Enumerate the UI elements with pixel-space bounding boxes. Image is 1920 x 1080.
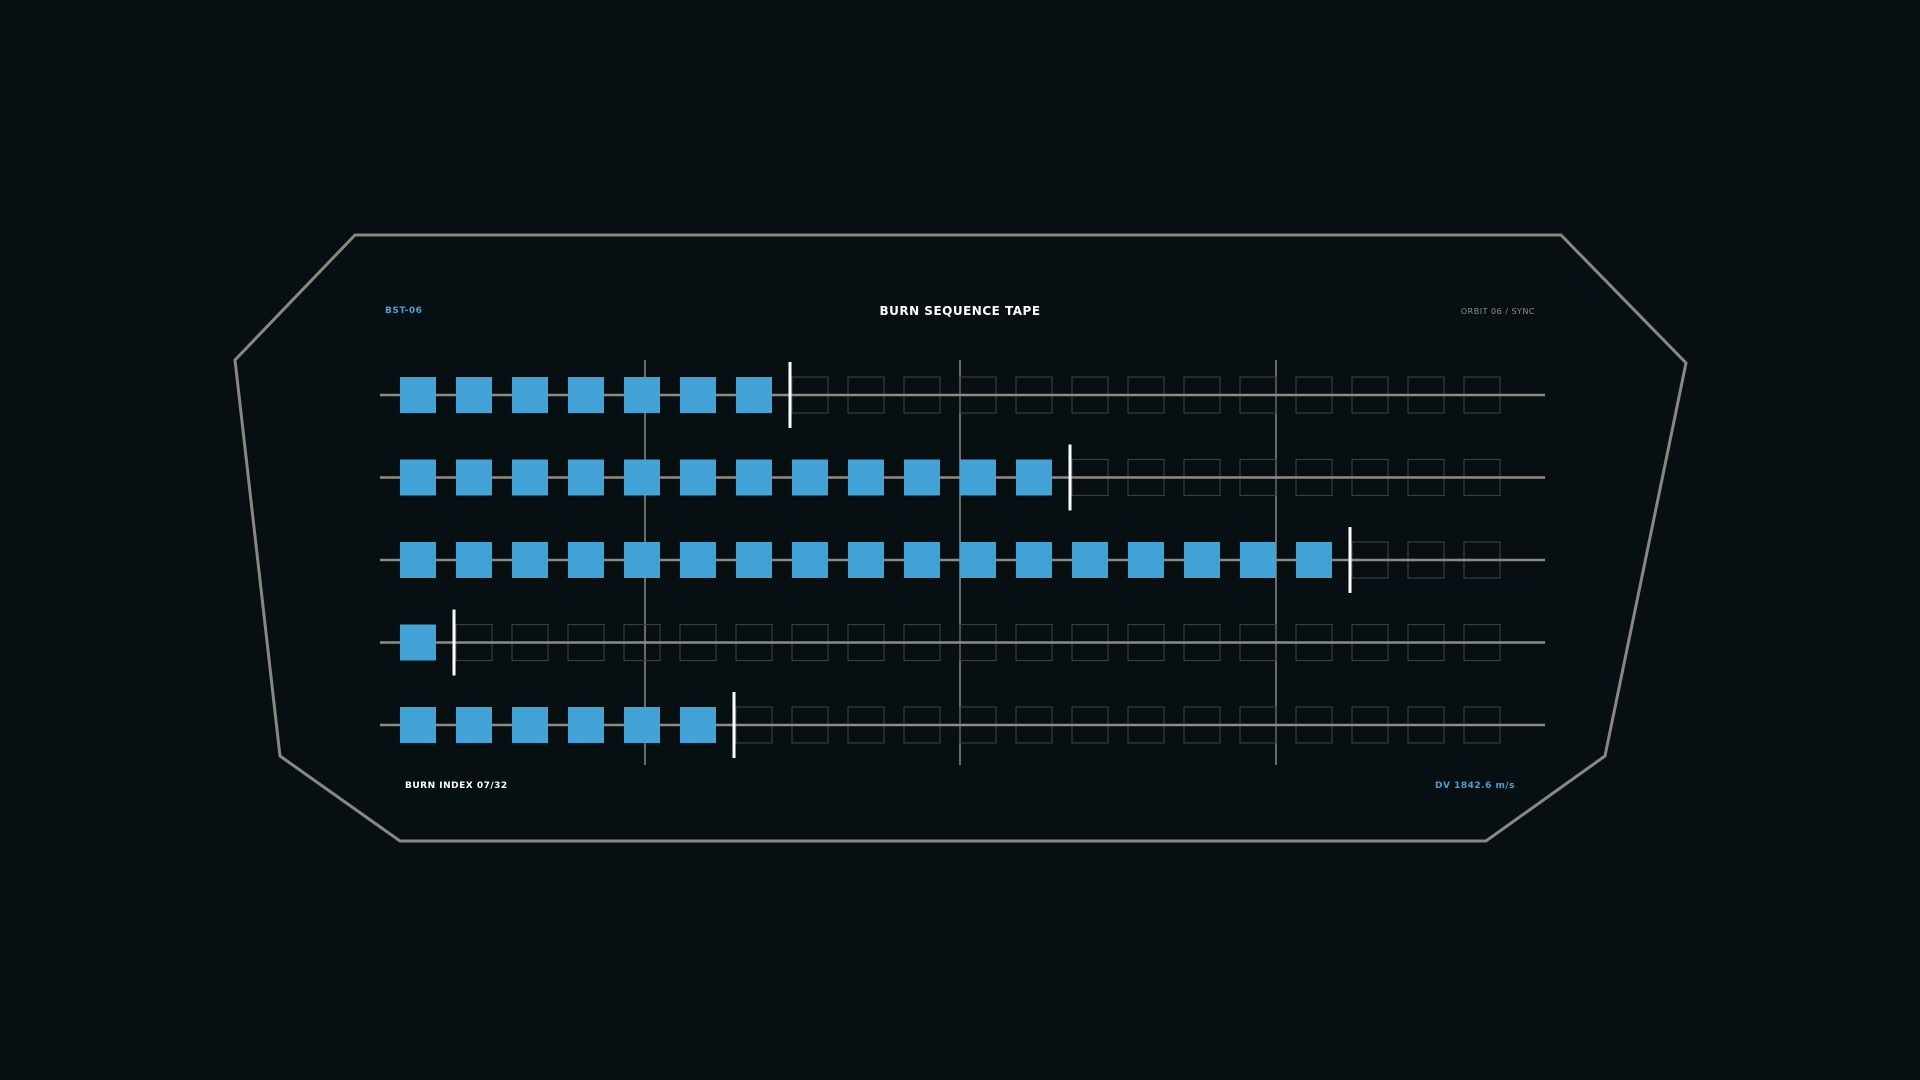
tape-cell-filled [1296, 542, 1332, 578]
tape-cell-filled [904, 459, 940, 496]
tape-cell-filled [400, 707, 436, 743]
tape-cell-filled [456, 707, 492, 743]
tape-cell-filled [848, 459, 884, 496]
tape-cell-filled [960, 542, 996, 578]
tape-cell-filled [680, 459, 716, 496]
tape-cell-filled [400, 377, 436, 413]
tape-cell-filled [736, 377, 772, 413]
tape-cell-filled [792, 542, 828, 578]
tape-cell-filled [456, 459, 492, 496]
tape-cell-filled [456, 542, 492, 578]
tape-cell-filled [624, 707, 660, 743]
tape-track [380, 609, 1545, 676]
tape-cell-filled [1016, 459, 1052, 496]
tape-cell-filled [568, 707, 604, 743]
tape-cell-filled [736, 459, 772, 496]
tape-cell-filled [1016, 542, 1052, 578]
tape-cell-filled [624, 377, 660, 413]
tape-cell-filled [400, 542, 436, 578]
tape-cell-filled [512, 459, 548, 496]
tape-track [380, 692, 1545, 758]
tape-cell-filled [1184, 542, 1220, 578]
tape-cell-filled [848, 542, 884, 578]
tape-cell-filled [512, 707, 548, 743]
delta-v-readout: DV 1842.6 m/s [1435, 781, 1515, 791]
tape-cell-filled [736, 542, 772, 578]
tape-cell-filled [680, 377, 716, 413]
tape-tracks [380, 362, 1545, 758]
tape-track [380, 527, 1545, 593]
tape-cell-filled [624, 542, 660, 578]
tape-cell-filled [680, 542, 716, 578]
tape-cell-filled [568, 459, 604, 496]
tape-cell-filled [624, 459, 660, 496]
burn-index-readout: BURN INDEX 07/32 [405, 781, 508, 791]
tape-cell-filled [400, 459, 436, 496]
burn-sequence-tape-panel [233, 233, 1688, 843]
tape-cell-filled [960, 459, 996, 496]
tape-cell-filled [456, 377, 492, 413]
tape-cell-filled [512, 542, 548, 578]
tape-cell-filled [680, 707, 716, 743]
tape-cell-filled [400, 624, 436, 661]
tape-cell-filled [512, 377, 548, 413]
tape-cell-filled [792, 459, 828, 496]
tape-cell-filled [568, 542, 604, 578]
tape-cell-filled [904, 542, 940, 578]
tape-track [380, 444, 1545, 511]
tape-cell-filled [1240, 542, 1276, 578]
tape-track [380, 362, 1545, 428]
tape-cell-filled [1072, 542, 1108, 578]
tape-cell-filled [1128, 542, 1164, 578]
orbit-status: ORBIT 06 / SYNC [1460, 307, 1535, 316]
tape-cell-filled [568, 377, 604, 413]
panel-title: BURN SEQUENCE TAPE [879, 304, 1041, 318]
